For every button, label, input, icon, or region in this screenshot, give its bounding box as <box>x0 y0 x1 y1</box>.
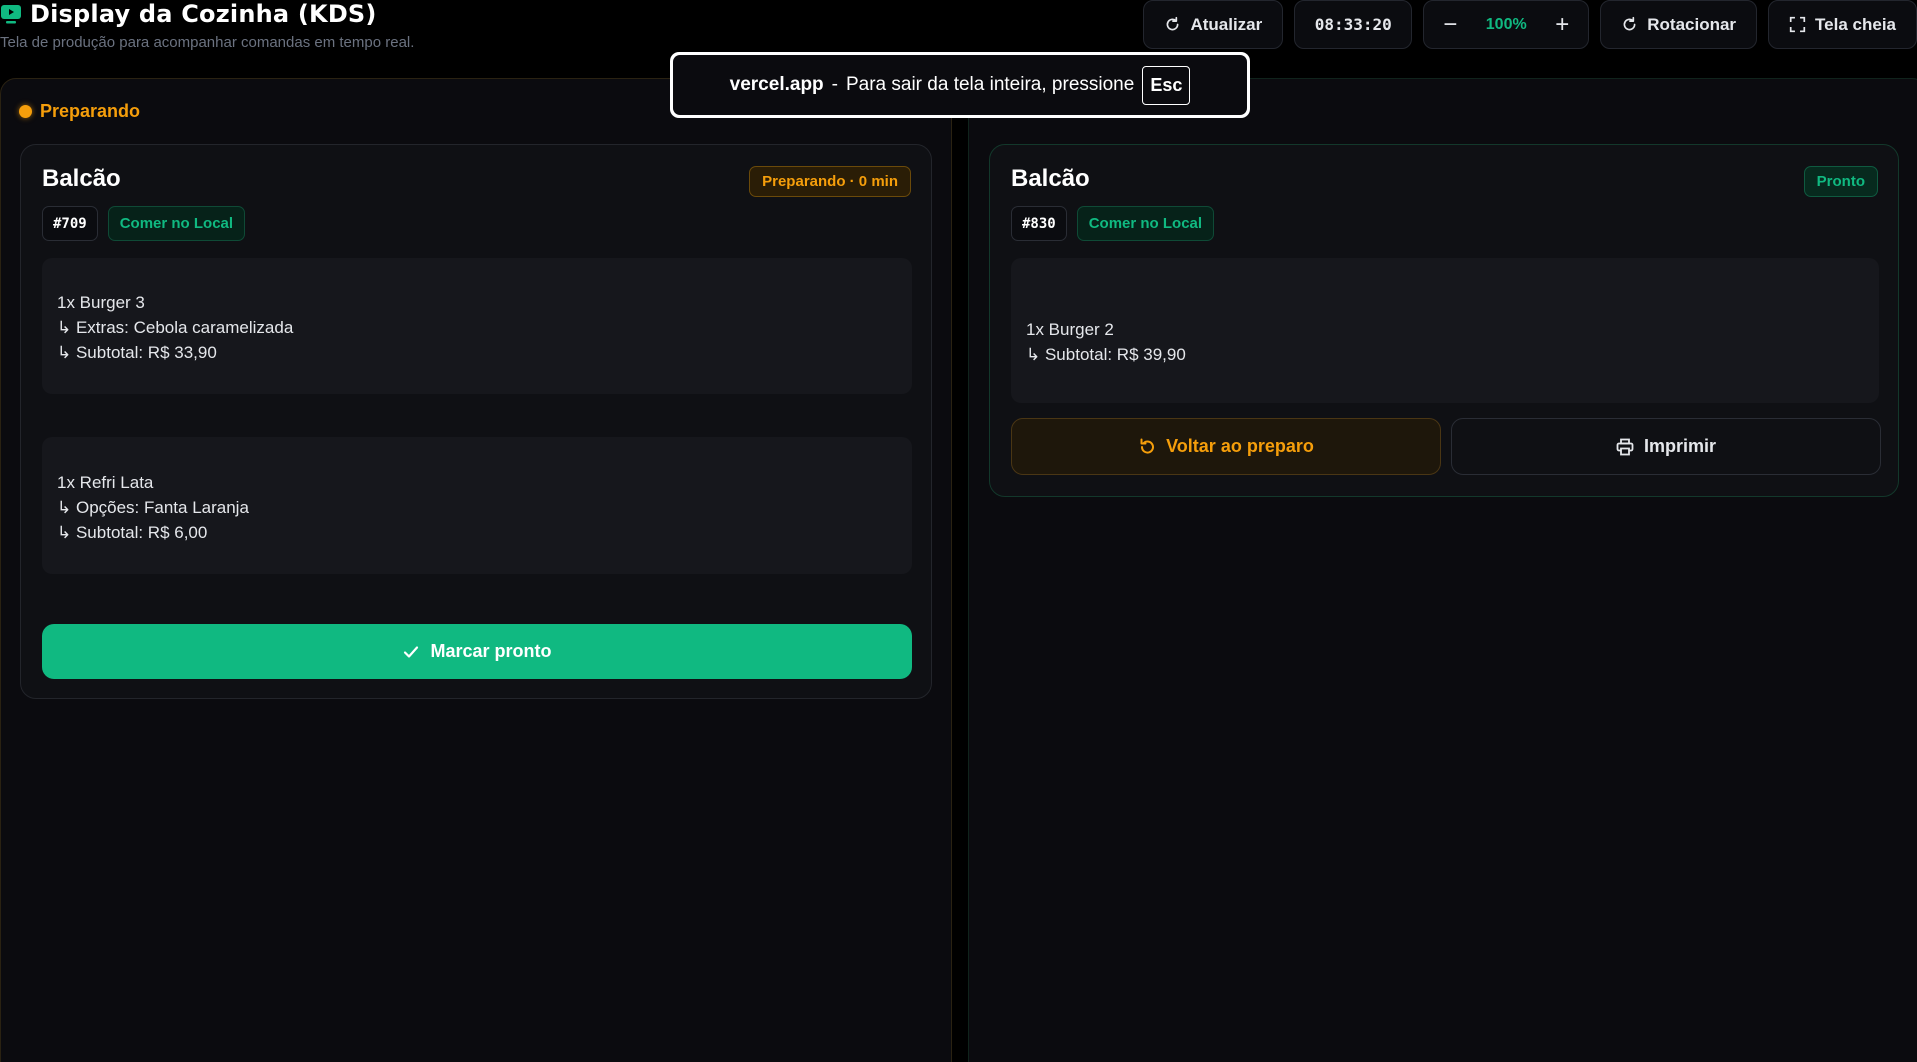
fullscreen-notice-separator: - <box>831 74 838 95</box>
item-name: 1x Burger 3 <box>57 293 145 312</box>
item-subtotal: ↳ Subtotal: R$ 33,90 <box>57 343 217 362</box>
status-dot-icon <box>19 105 32 118</box>
status-badge: Pronto <box>1803 166 1878 197</box>
fullscreen-button[interactable]: Tela cheia <box>1768 0 1917 49</box>
clock-display: 08:33:20 <box>1294 0 1413 49</box>
rotate-label: Rotacionar <box>1647 14 1737 34</box>
order-card-709: Balcão Preparando · 0 min #709 Comer no … <box>20 144 932 699</box>
monitor-icon <box>0 3 22 25</box>
mark-ready-button[interactable]: Marcar pronto <box>42 624 912 679</box>
esc-key: Esc <box>1142 65 1191 105</box>
rotate-button[interactable]: Rotacionar <box>1600 0 1758 49</box>
refresh-button[interactable]: Atualizar <box>1143 0 1284 49</box>
refresh-label: Atualizar <box>1190 14 1263 34</box>
printer-icon <box>1616 438 1634 455</box>
fullscreen-label: Tela cheia <box>1815 14 1896 34</box>
toolbar: Atualizar 08:33:20 − 100% + Rotacionar T… <box>1143 0 1917 50</box>
order-tags: #709 Comer no Local <box>42 206 246 241</box>
column-preparing-header: Preparando <box>19 101 140 122</box>
zoom-in-button[interactable]: + <box>1552 12 1572 37</box>
zoom-value: 100% <box>1485 15 1527 33</box>
order-number-badge: #830 <box>1011 206 1067 241</box>
item-detail: ↳ Extras: Cebola caramelizada <box>57 318 294 337</box>
fullscreen-notice-message: Para sair da tela inteira, pressione <box>845 74 1135 95</box>
order-item: 1x Refri Lata ↳ Opções: Fanta Laranja ↳ … <box>42 437 912 574</box>
undo-icon <box>1140 438 1155 454</box>
refresh-icon <box>1167 16 1179 31</box>
title-row: Display da Cozinha (KDS) <box>0 0 377 28</box>
rotate-icon <box>1623 16 1636 31</box>
back-to-prep-label: Voltar ao preparo <box>1166 436 1314 456</box>
item-detail: ↳ Opções: Fanta Laranja <box>57 498 249 517</box>
order-type-badge: Comer no Local <box>107 206 246 241</box>
order-card-830: Balcão Pronto #830 Comer no Local 1x Bur… <box>989 144 1899 497</box>
item-subtotal: ↳ Subtotal: R$ 6,00 <box>57 523 208 542</box>
order-item: 1x Burger 3 ↳ Extras: Cebola caramelizad… <box>42 258 912 394</box>
order-tags: #830 Comer no Local <box>1011 206 1215 241</box>
item-subtotal: ↳ Subtotal: R$ 39,90 <box>1026 345 1186 364</box>
item-name: 1x Burger 2 <box>1026 320 1114 339</box>
fullscreen-notice-body: vercel.app - Para sair da tela inteira, … <box>673 55 1247 115</box>
order-item: 1x Burger 2 ↳ Subtotal: R$ 39,90 <box>1011 258 1879 403</box>
expand-icon <box>1789 16 1806 33</box>
page-title: Display da Cozinha (KDS) <box>30 0 377 28</box>
order-title: Balcão <box>42 165 121 192</box>
print-label: Imprimir <box>1643 436 1717 456</box>
order-title: Balcão <box>1011 165 1090 192</box>
zoom-control: − 100% + <box>1423 0 1590 49</box>
column-preparing-label: Preparando <box>40 101 141 121</box>
status-badge: Preparando · 0 min <box>749 166 911 197</box>
item-name: 1x Refri Lata <box>57 473 154 492</box>
check-icon <box>404 645 419 658</box>
order-type-badge: Comer no Local <box>1076 206 1215 241</box>
back-to-prep-button[interactable]: Voltar ao preparo <box>1011 418 1441 475</box>
fullscreen-notice: vercel.app - Para sair da tela inteira, … <box>670 52 1250 118</box>
mark-ready-label: Marcar pronto <box>430 641 552 661</box>
order-number-badge: #709 <box>42 206 98 241</box>
zoom-out-button[interactable]: − <box>1440 12 1460 37</box>
page-subtitle: Tela de produção para acompanhar comanda… <box>0 34 415 51</box>
print-button[interactable]: Imprimir <box>1451 418 1881 475</box>
fullscreen-notice-host: vercel.app <box>729 74 824 95</box>
